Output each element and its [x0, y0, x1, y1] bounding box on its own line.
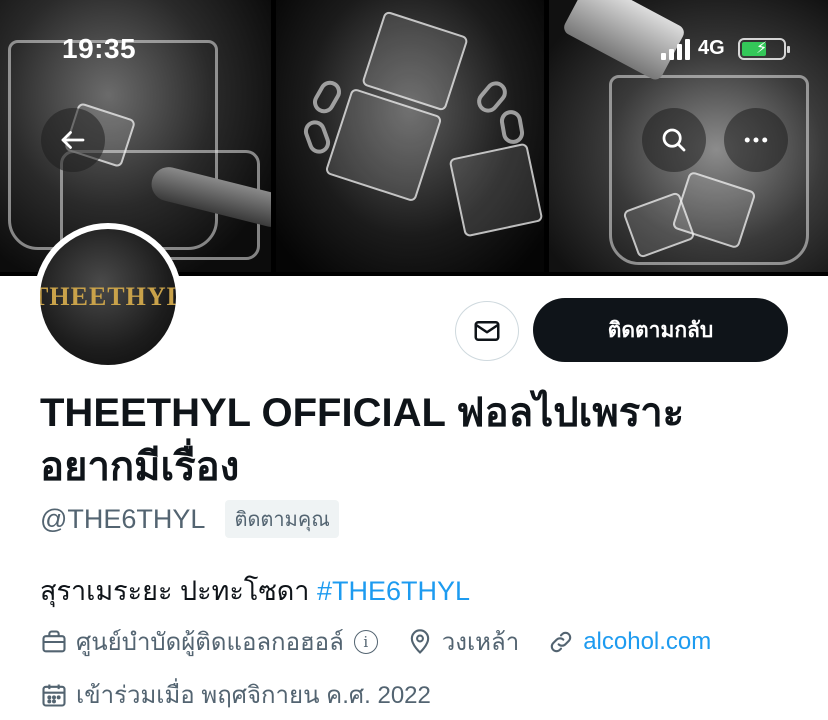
briefcase-icon	[42, 629, 66, 652]
website-link[interactable]: alcohol.com	[583, 628, 711, 656]
status-time: 19:35	[62, 33, 137, 64]
profile-avatar[interactable]: THEETHYL	[34, 223, 182, 371]
battery-charging-icon: ⚡	[738, 38, 790, 60]
location-pin-icon	[410, 628, 429, 654]
calendar-icon	[42, 684, 66, 707]
more-options-button[interactable]	[724, 108, 788, 172]
joined-item: เข้าร่วมเมื่อ พฤศจิกายน ค.ศ. 2022	[40, 675, 431, 714]
envelope-icon	[474, 321, 500, 341]
profile-display-name: THEETHYL OFFICIAL ฟอลไปเพราะ อยากมีเรื่อ…	[40, 386, 800, 494]
profile-meta-row: ศูนย์บำบัดผู้ติดแอลกอฮอล์ i วงเหล้า alco…	[40, 622, 739, 661]
follow-back-button[interactable]: ติดตามกลับ	[533, 298, 788, 362]
search-button[interactable]	[642, 108, 706, 172]
category-item: ศูนย์บำบัดผู้ติดแอลกอฮอล์ i	[40, 622, 378, 661]
search-icon	[662, 128, 686, 152]
link-icon	[550, 631, 572, 652]
banner-image-ice-chain	[276, 0, 544, 272]
more-horizontal-icon	[744, 137, 768, 143]
avatar-logo-text: THEETHYL	[40, 282, 176, 311]
joined-row: เข้าร่วมเมื่อ พฤศจิกายน ค.ศ. 2022	[40, 675, 459, 714]
joined-date: เข้าร่วมเมื่อ พฤศจิกายน ค.ศ. 2022	[76, 682, 431, 709]
back-button[interactable]	[41, 108, 105, 172]
follows-you-badge: ติดตามคุณ	[225, 500, 339, 538]
arrow-left-icon	[61, 131, 85, 149]
bio-text: สุราเมระยะ ปะทะโซดา	[40, 576, 317, 606]
info-icon[interactable]: i	[353, 629, 378, 654]
network-type: 4G	[698, 37, 725, 59]
bio-hashtag-link[interactable]: #THE6THYL	[317, 576, 470, 606]
profile-handle: @THE6THYL	[40, 503, 206, 534]
cellular-signal-icon	[661, 38, 690, 60]
location-label: วงเหล้า	[441, 629, 520, 656]
display-name-line1: THEETHYL OFFICIAL ฟอลไปเพราะ	[40, 391, 685, 435]
display-name-line2: อยากมีเรื่อง	[40, 445, 240, 489]
website-item: alcohol.com	[547, 628, 711, 656]
handle-row: @THE6THYL ติดตามคุณ	[40, 500, 339, 538]
location-item: วงเหล้า	[406, 622, 519, 661]
profile-bio: สุราเมระยะ ปะทะโซดา #THE6THYL	[40, 569, 470, 612]
category-label: ศูนย์บำบัดผู้ติดแอลกอฮอล์	[76, 629, 344, 656]
message-button[interactable]	[455, 301, 519, 361]
avatar-image: THEETHYL	[40, 229, 176, 365]
